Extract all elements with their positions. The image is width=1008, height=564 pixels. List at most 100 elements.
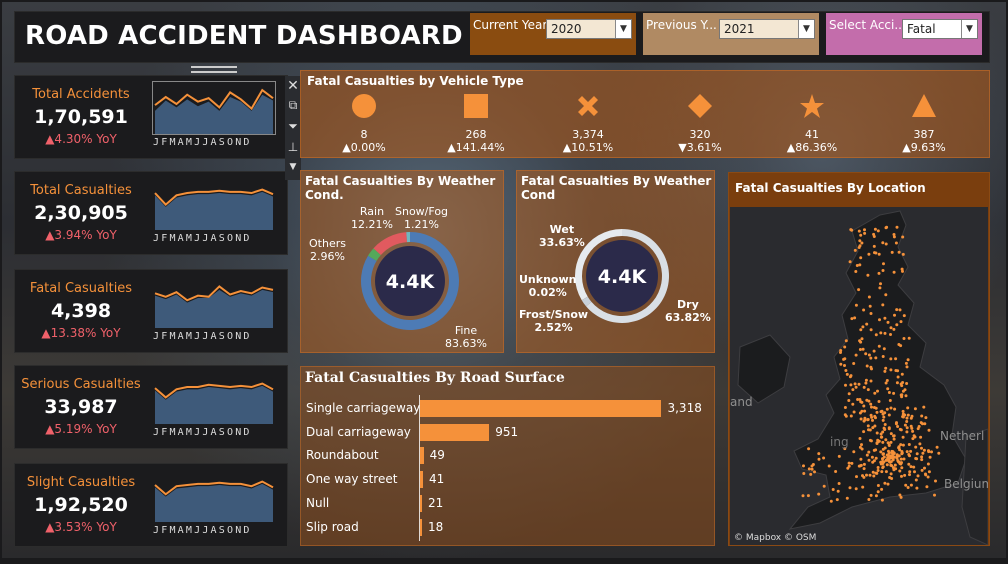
map-point <box>875 431 879 435</box>
map-point <box>885 453 889 457</box>
accident-type-filter: Select Acci... Fatal ▼ <box>826 13 982 55</box>
bar[interactable] <box>420 447 424 465</box>
map-point <box>873 227 877 231</box>
map-point <box>834 470 838 473</box>
map-point <box>921 451 925 455</box>
map-point <box>922 405 926 409</box>
map-point <box>894 241 898 245</box>
map-point <box>899 457 903 461</box>
map-point <box>876 389 879 393</box>
map-point <box>916 474 920 478</box>
map-point <box>901 381 905 384</box>
map-point <box>844 383 847 387</box>
map-point <box>923 466 926 470</box>
map-point <box>897 250 901 254</box>
kpi-card: Serious Casualties 33,987 ▲5.19% YoY JFMAMJ… <box>14 365 288 449</box>
bar[interactable] <box>420 423 490 441</box>
map-point <box>906 406 910 410</box>
more-icon[interactable]: ▼ <box>285 162 301 172</box>
map-point <box>863 416 867 420</box>
map-point <box>905 382 909 385</box>
drag-handle[interactable] <box>191 66 237 73</box>
map-point <box>881 466 885 470</box>
map-point <box>899 443 903 447</box>
current-year-select[interactable]: 2020 ▼ <box>546 19 632 39</box>
map-point <box>892 455 896 459</box>
map-point <box>872 448 876 452</box>
weather-chart-2: Fatal Casualties By Weather Cond 4.4K Dr… <box>516 170 715 353</box>
map-point <box>881 440 885 444</box>
map-point <box>881 457 884 461</box>
map-point <box>878 286 882 290</box>
map-point <box>881 269 885 272</box>
map-point <box>904 394 908 398</box>
map-label-3: ing <box>830 435 849 449</box>
filter-icon[interactable]: ⏷ <box>285 119 301 134</box>
map-point <box>843 406 847 409</box>
map-point <box>836 489 840 493</box>
map-point <box>907 336 911 340</box>
map-point <box>920 458 924 462</box>
chevron-down-icon: ▼ <box>961 20 977 38</box>
accident-type-select[interactable]: Fatal ▼ <box>902 19 978 39</box>
map-point <box>908 470 912 474</box>
map-point <box>829 499 833 503</box>
bar[interactable] <box>420 494 422 512</box>
map-credit: © Mapbox © OSM <box>734 533 817 543</box>
map-point <box>900 395 904 399</box>
location-map[interactable]: and Netherl Belgium ing © Mapbox © OSM <box>730 207 988 545</box>
bar[interactable] <box>420 518 422 536</box>
map-point <box>867 399 871 403</box>
map-point <box>860 443 863 447</box>
kpi-yoy: ▲13.38% YoY <box>41 326 121 340</box>
map-point <box>878 318 881 322</box>
map-point <box>906 358 910 362</box>
star-icon <box>772 91 852 121</box>
map-point <box>924 416 928 420</box>
previous-year-select[interactable]: 2021 ▼ <box>719 19 815 39</box>
map-point <box>877 400 881 403</box>
label-frost-snow: Frost/Snow 2.52% <box>519 308 589 334</box>
map-point <box>866 418 870 422</box>
map-point <box>899 495 903 499</box>
map-point <box>890 250 894 254</box>
map-point <box>905 426 909 430</box>
kpi-sparkline <box>154 382 274 424</box>
map-point <box>901 235 905 239</box>
map-point <box>874 333 878 337</box>
map-point <box>857 464 861 468</box>
map-point <box>901 252 905 256</box>
map-point <box>881 355 885 358</box>
map-panel: Fatal Casualties By Location and Netherl… <box>728 172 990 546</box>
map-point <box>913 470 916 474</box>
map-point <box>859 256 863 260</box>
kpi-label: Slight Casualties <box>26 475 136 490</box>
map-point <box>906 486 910 489</box>
bar[interactable] <box>420 400 662 417</box>
donut-center-label: 4.4K <box>598 266 648 288</box>
diamond-icon <box>660 91 740 121</box>
close-icon[interactable]: ✕ <box>285 78 301 94</box>
pin-icon[interactable]: ⊥ <box>285 140 301 154</box>
label-fine: Fine 83.63% <box>445 324 487 350</box>
map-point <box>919 435 923 439</box>
map-label-2: Belgium <box>944 477 988 491</box>
map-point <box>897 343 901 346</box>
map-point <box>893 313 896 317</box>
map-point <box>868 438 872 442</box>
external-link-icon[interactable]: ⧉ <box>285 98 301 113</box>
map-point <box>888 399 892 402</box>
kpi-label: Total Casualties <box>30 183 132 198</box>
map-point <box>854 303 858 307</box>
map-point <box>872 349 876 353</box>
map-point <box>897 446 901 450</box>
map-point <box>899 320 903 324</box>
map-point <box>843 345 847 349</box>
map-point <box>866 273 870 277</box>
map-point <box>854 270 858 273</box>
map-point <box>813 470 816 474</box>
map-point <box>868 473 872 477</box>
map-point <box>858 244 862 248</box>
map-point <box>882 415 886 419</box>
bar[interactable] <box>420 471 423 489</box>
